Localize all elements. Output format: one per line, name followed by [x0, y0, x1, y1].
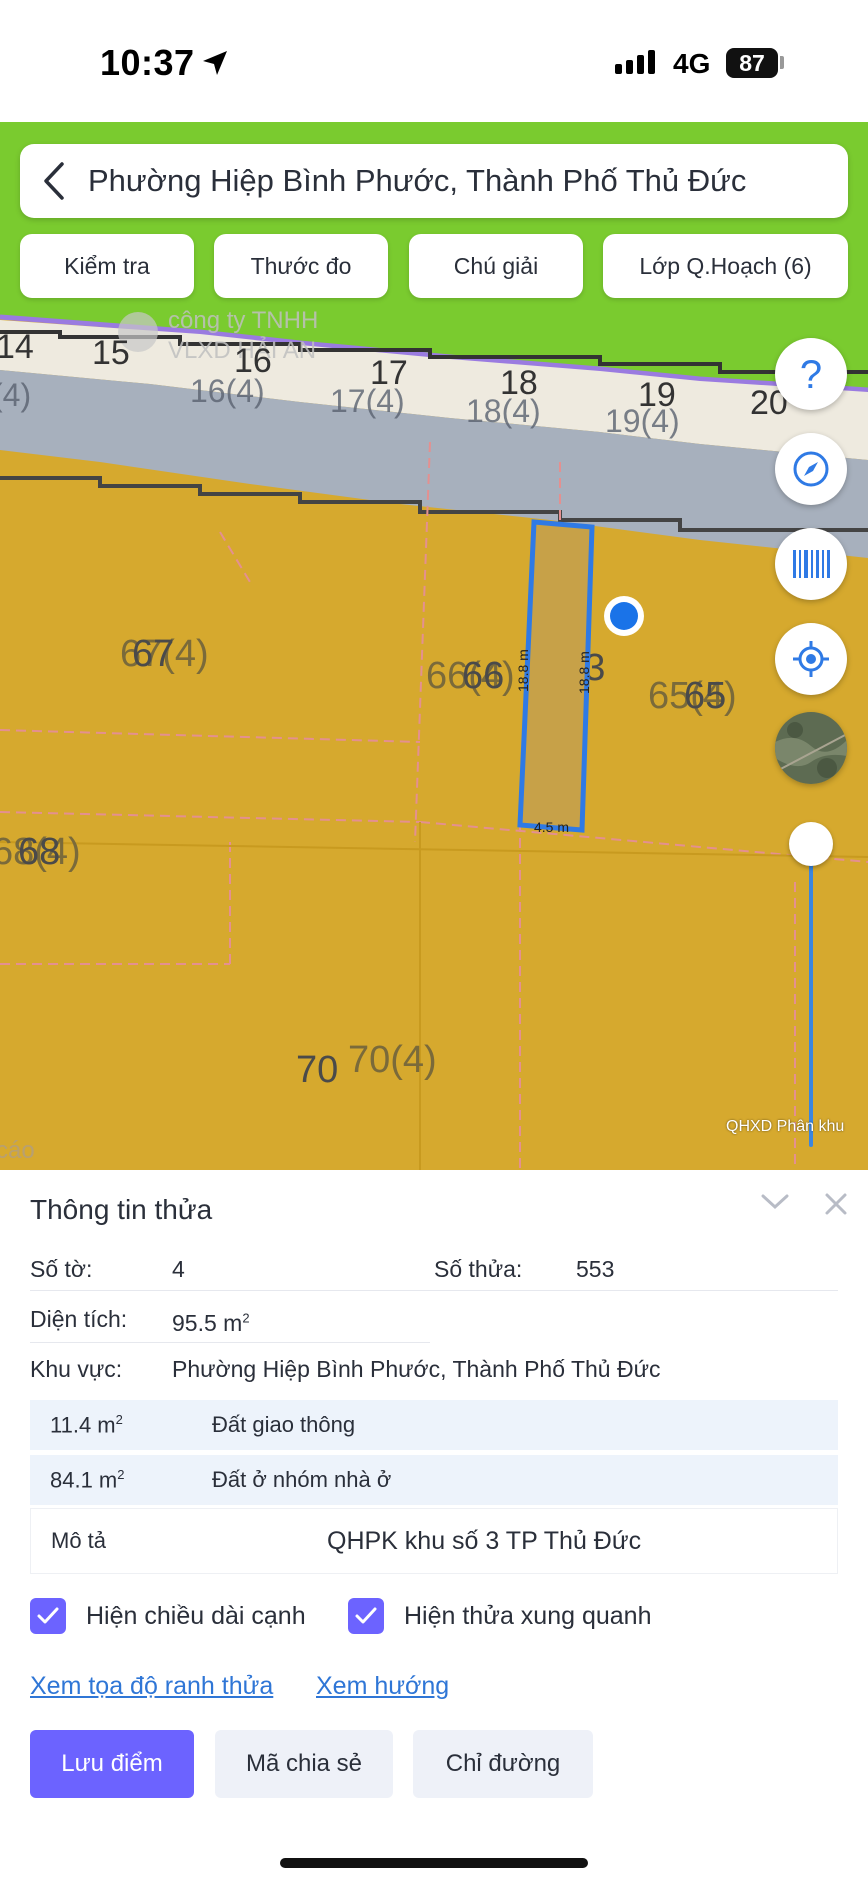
- battery-cap: [780, 56, 784, 69]
- svg-text:65: 65: [684, 675, 726, 717]
- view-boundary-coordinates-link[interactable]: Xem tọa độ ranh thửa: [30, 1672, 273, 1701]
- area-label: Diện tích:: [30, 1306, 128, 1332]
- divider: [30, 1290, 838, 1291]
- check-button[interactable]: Kiểm tra: [20, 234, 194, 298]
- land-use-name: Đất ở nhóm nhà ở: [212, 1467, 392, 1492]
- compass-icon: [793, 451, 829, 487]
- barcode-icon: [793, 550, 830, 578]
- description-row: Mô tả QHPK khu số 3 TP Thủ Đức: [30, 1508, 838, 1574]
- area-value: 95.5 m2: [172, 1310, 250, 1336]
- legend-button[interactable]: Chú giải: [409, 234, 583, 298]
- svg-text:?: ?: [800, 354, 822, 394]
- save-point-button[interactable]: Lưu điểm: [30, 1730, 194, 1798]
- dim-left: 18.8 m: [515, 649, 531, 692]
- svg-text:16(4): 16(4): [190, 373, 265, 409]
- planning-layer-button[interactable]: Lớp Q.Hoạch (6): [603, 234, 848, 298]
- show-edge-length-checkbox[interactable]: Hiện chiều dài cạnh: [30, 1598, 306, 1634]
- satellite-thumbnail: [775, 712, 847, 784]
- sheet-number-value: 4: [172, 1256, 185, 1282]
- dim-bottom: 4.5 m: [534, 819, 569, 835]
- toolbar-chips: Kiểm tra Thước đo Chú giải Lớp Q.Hoạch (…: [20, 234, 848, 298]
- svg-text:67: 67: [132, 633, 174, 675]
- crosshair-icon: [793, 641, 829, 677]
- zoom-slider-track[interactable]: [809, 842, 813, 1147]
- description-value: QHPK khu số 3 TP Thủ Đức: [327, 1526, 642, 1555]
- chevron-down-icon: [761, 1194, 789, 1210]
- view-direction-link[interactable]: Xem hướng: [316, 1672, 449, 1701]
- parcel-number-value: 553: [576, 1256, 615, 1282]
- location-title: Phường Hiệp Bình Phước, Thành Phố Thủ Đứ…: [88, 163, 747, 198]
- svg-text:(4): (4): [0, 377, 31, 413]
- show-surrounding-parcels-checkbox[interactable]: Hiện thửa xung quanh: [348, 1598, 651, 1634]
- show-edge-length-label: Hiện chiều dài cạnh: [86, 1601, 306, 1630]
- svg-text:cáo: cáo: [0, 1137, 35, 1164]
- battery-icon: 87: [726, 48, 778, 78]
- search-bar[interactable]: Phường Hiệp Bình Phước, Thành Phố Thủ Đứ…: [20, 144, 848, 218]
- map-attribution: QHXD Phân khu: [726, 1118, 845, 1135]
- cellular-signal-icon: [615, 50, 655, 74]
- barcode-button[interactable]: [775, 528, 847, 600]
- svg-text:14: 14: [0, 328, 34, 366]
- svg-text:17(4): 17(4): [330, 383, 405, 419]
- svg-text:19(4): 19(4): [605, 403, 680, 439]
- region-label: Khu vực:: [30, 1356, 123, 1382]
- land-use-area: 84.1 m2: [50, 1466, 125, 1493]
- svg-text:66: 66: [462, 655, 504, 697]
- back-button[interactable]: [20, 144, 88, 218]
- lot-labels: 67(4) 67 66(4) 66 553 65(4) 65 68(4) 68 …: [0, 633, 737, 1164]
- sheet-number-label: Số tờ:: [30, 1256, 93, 1282]
- user-location-dot: [610, 602, 638, 630]
- collapse-button[interactable]: [760, 1192, 790, 1217]
- svg-text:15: 15: [92, 334, 130, 372]
- measure-button[interactable]: Thước đo: [214, 234, 388, 298]
- parcel-number-label: Số thửa:: [434, 1256, 523, 1282]
- share-code-button[interactable]: Mã chia sẻ: [215, 1730, 393, 1798]
- status-bar: 10:37 4G 87: [0, 0, 868, 122]
- region-value: Phường Hiệp Bình Phước, Thành Phố Thủ Đứ…: [172, 1356, 661, 1382]
- my-location-button[interactable]: [775, 623, 847, 695]
- compass-button[interactable]: [775, 433, 847, 505]
- land-use-row: 11.4 m2 Đất giao thông: [30, 1400, 838, 1450]
- network-type: 4G: [673, 48, 711, 79]
- checkbox-checked-icon: [30, 1598, 66, 1634]
- home-indicator: [280, 1858, 588, 1868]
- close-icon: [825, 1193, 847, 1215]
- clock: 10:37: [100, 42, 195, 83]
- directions-button[interactable]: Chỉ đường: [413, 1730, 593, 1798]
- divider: [30, 1342, 430, 1343]
- map-view[interactable]: công ty TNHH VLXD HẢI AN 14 15 16 17 18: [0, 122, 868, 1170]
- close-button[interactable]: [824, 1192, 848, 1221]
- svg-text:18(4): 18(4): [466, 393, 541, 429]
- land-use-area: 11.4 m2: [50, 1411, 123, 1438]
- land-use-name: Đất giao thông: [212, 1412, 356, 1437]
- dim-right: 18.8 m: [576, 651, 592, 694]
- land-use-row: 84.1 m2 Đất ở nhóm nhà ở: [30, 1455, 838, 1505]
- satellite-layer-button[interactable]: [775, 712, 847, 784]
- show-surrounding-parcels-label: Hiện thửa xung quanh: [404, 1601, 652, 1630]
- checkbox-checked-icon: [348, 1598, 384, 1634]
- zoom-slider-handle[interactable]: [789, 822, 833, 866]
- description-label: Mô tả: [51, 1528, 107, 1553]
- svg-text:68: 68: [18, 831, 60, 873]
- sheet-title: Thông tin thửa: [30, 1194, 213, 1225]
- question-icon: ?: [800, 354, 822, 394]
- location-arrow-icon: [200, 48, 230, 83]
- watermark-line1: công ty TNHH: [168, 307, 318, 334]
- help-button[interactable]: ?: [775, 338, 847, 410]
- svg-text:70: 70: [296, 1049, 338, 1091]
- chevron-left-icon: [44, 162, 64, 200]
- svg-text:70(4): 70(4): [348, 1039, 437, 1081]
